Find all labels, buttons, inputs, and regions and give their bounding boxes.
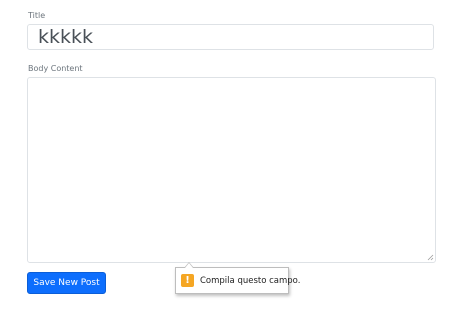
title-input[interactable]: kkkkk: [27, 24, 434, 50]
warning-icon: !: [181, 274, 194, 287]
validation-message: Compila questo campo.: [200, 275, 301, 286]
new-post-form: Title kkkkk Body Content Save New Post !…: [0, 0, 474, 322]
resize-handle-icon[interactable]: [427, 254, 434, 261]
validation-tooltip: ! Compila questo campo.: [175, 262, 300, 294]
body-content-textarea[interactable]: [27, 77, 436, 263]
save-new-post-button[interactable]: Save New Post: [27, 272, 106, 294]
body-content-label: Body Content: [28, 64, 83, 73]
tooltip-arrow: [184, 262, 194, 268]
title-label: Title: [28, 11, 46, 20]
